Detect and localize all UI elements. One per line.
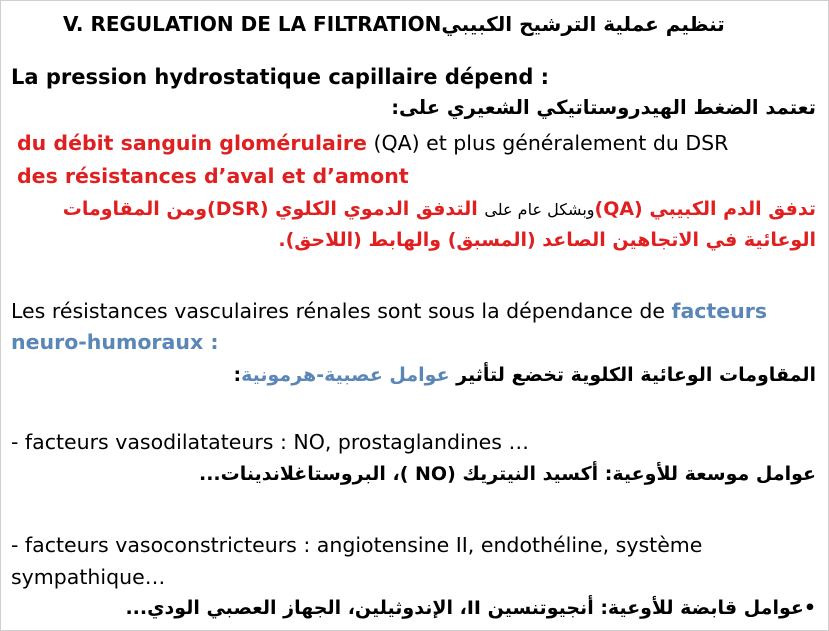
section3-fr: - facteurs vasodilatateurs : NO, prostag… — [11, 430, 529, 454]
section4-ar: •عوامل قابضة للأوعية: أنجيوتنسين II، الإ… — [125, 597, 816, 619]
section2-ar-end: : — [233, 364, 242, 386]
item1-rest: (QA) et plus généralement du DSR — [366, 131, 729, 155]
section1-ar-line1: تدفق الدم الكبيبي (QA)وبشكل عام على التد… — [63, 196, 816, 223]
section1-heading-fr: La pression hydrostatique capillaire dép… — [11, 65, 550, 89]
section4-fr-line2: sympathique… — [11, 565, 166, 589]
section1-item1: du débit sanguin glomérulaire (QA) et pl… — [17, 130, 728, 156]
section4-fr-line1: - facteurs vasoconstricteurs : angiotens… — [11, 533, 703, 557]
section2-ar-blue: عوامل عصبية-هرمونية — [241, 364, 450, 386]
section2-fr-blue1: facteurs — [671, 299, 768, 323]
section2-fr-text: Les résistances vasculaires rénales sont… — [11, 299, 672, 323]
section2-fr-line1: Les résistances vasculaires rénales sont… — [11, 298, 767, 324]
section2-ar: المقاومات الوعائية الكلوية تخضع لتأثير ع… — [234, 362, 817, 388]
page-title: V. REGULATION DE LA FILTRATIONتنظيم عملي… — [63, 11, 725, 37]
section1-item2: des résistances d’aval et d’amont — [17, 164, 409, 188]
title-ar: تنظيم عملية الترشيح الكبيبي — [441, 12, 725, 36]
title-fr: V. REGULATION DE LA FILTRATION — [63, 12, 442, 36]
section1-ar-line2: الوعائية في الاتجاهين الصاعد (المسبق) وا… — [278, 229, 816, 251]
section1-heading-ar: تعتمد الضغط الهيدروستاتيكي الشعيري على: — [391, 96, 816, 119]
section3-ar: عوامل موسعة للأوعية: أكسيد النيتريك (NO … — [199, 463, 816, 485]
ar-line1-red-a: تدفق الدم الكبيبي (QA) — [594, 198, 817, 220]
section2-ar-text: المقاومات الوعائية الكلوية تخضع لتأثير — [449, 364, 816, 386]
ar-line1-black: وبشكل عام على — [484, 200, 595, 219]
ar-line1-red-b: التدفق الدموي الكلوي (DSR)ومن المقاومات — [62, 198, 478, 220]
item1-emphasis: du débit sanguin glomérulaire — [17, 131, 367, 155]
slide: V. REGULATION DE LA FILTRATIONتنظيم عملي… — [0, 0, 829, 631]
section2-fr-line2: neuro-humoraux : — [11, 330, 219, 354]
